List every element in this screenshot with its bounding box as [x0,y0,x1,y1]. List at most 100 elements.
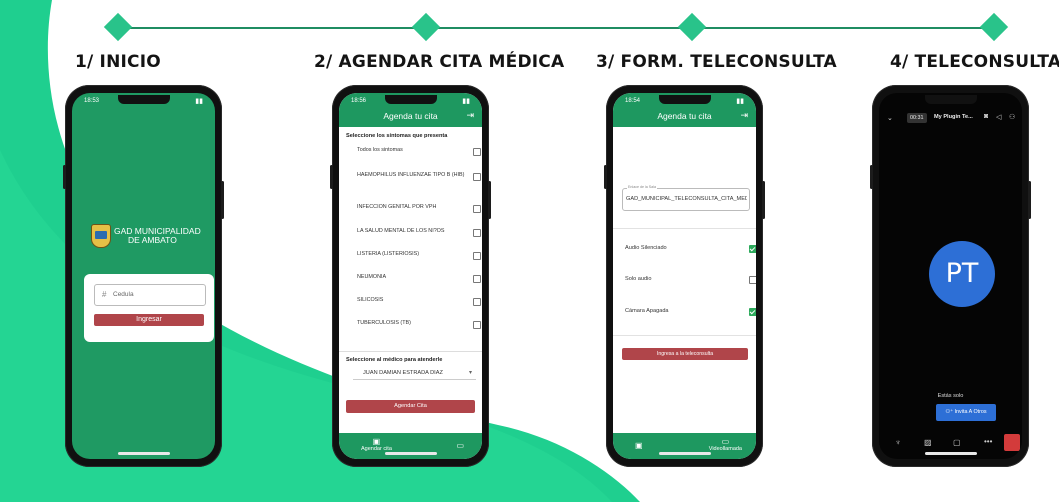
symptom-label: HAEMOPHILUS INFLUENZAE TIPO B (HIB) [357,172,465,178]
symptom-label: NEUMONIA [357,274,387,280]
av-option-checkbox[interactable] [749,308,756,316]
exit-icon[interactable]: ⇥ [740,110,748,121]
symptom-checkbox[interactable] [473,173,481,181]
av-option-row[interactable]: Cámara Apagada [613,305,756,319]
av-option-row[interactable]: Solo audio [613,273,756,287]
symptom-checkbox[interactable] [473,298,481,306]
step-title-3: 3/ FORM. TELECONSULTA [596,52,837,72]
symptom-row[interactable]: LA SALUD MENTAL DE LOS NI?OS [339,221,482,243]
symptom-row[interactable]: SILICOSIS [339,290,482,312]
id-placeholder: Cedula [113,291,134,298]
symptom-row[interactable]: TUBERCULOSIS (TB) [339,313,482,335]
join-teleconsult-button[interactable]: Ingresa a la teleconsulta [622,348,748,360]
bottom-tabbar: ▣ Agendar cita ▭ [339,433,482,459]
appbar-title: Agenda tu cita [657,111,712,121]
logo-line-2: DE AMBATO [128,235,177,245]
tab-videollamada[interactable]: ▭ Videollamada [709,437,742,452]
invite-others-button[interactable]: ⚇⁺ Invita A Otros [936,404,996,421]
symptom-row[interactable]: NEUMONIA [339,267,482,289]
step-marker-2 [411,12,441,42]
tab-label: Videollamada [708,446,742,452]
av-option-label: Solo audio [625,276,652,282]
symptom-row[interactable]: INFECCION GENITAL POR VPH [339,197,482,219]
exit-icon[interactable]: ⇥ [466,110,474,121]
av-option-label: Audio Silenciado [625,245,667,251]
tab-videollamada[interactable]: ▭ [456,441,464,450]
schedule-screen: 18:56 ▮▮ Agenda tu cita ⇥ Seleccione los … [339,93,482,459]
av-option-checkbox[interactable] [749,245,756,253]
meeting-name: My Plugin Te... [934,114,973,120]
tab-agendar-cita[interactable]: ▣ [635,441,643,450]
participants-icon[interactable]: ⚇ [1009,113,1015,121]
microphone-icon[interactable]: ♆ [895,438,901,447]
speaker-icon[interactable]: ◁ [996,113,1001,121]
leave-call-icon[interactable] [1004,434,1020,451]
id-input[interactable]: # Cedula [94,284,206,306]
minimize-chevron-icon[interactable]: ⌄ [887,114,893,122]
room-link-label: Enlace de la Sala [627,185,657,189]
symptom-label: Todos los sintomas [357,147,403,153]
symptom-label: SILICOSIS [357,297,384,303]
symptom-checkbox[interactable] [473,321,481,329]
camera-switch-icon[interactable]: ◙ [984,113,988,120]
step-marker-1 [103,12,133,42]
login-card: # Cedula Ingresar [84,274,214,342]
step-marker-3 [677,12,707,42]
status-time: 18:56 [351,98,367,104]
bottom-tabbar: ▣ ▭ Videollamada [613,433,756,459]
camera-off-icon[interactable]: ▨ [924,438,932,447]
av-option-label: Cámara Apagada [625,308,669,314]
invite-label: Invita A Otros [954,409,987,415]
doctor-select[interactable]: JUAN DAMIAN ESTRADA DIAZ ▾ [353,369,476,380]
step-title-4: 4/ TELECONSULTA [890,52,1059,72]
hash-icon: # [102,290,107,299]
battery-icon: ▮▮ [195,98,203,105]
phone-teleconsult-form: 18:54 ▮▮ Agenda tu cita ⇥ Enlace de la Sa… [604,85,765,467]
login-screen: 18:53 ▮▮ GAD MUNICIPALIDAD DE AMBATO # Ce… [72,93,215,459]
form-screen: 18:54 ▮▮ Agenda tu cita ⇥ Enlace de la Sa… [613,93,756,459]
municipality-shield-logo [91,224,111,248]
chat-icon[interactable]: ▢ [953,438,961,447]
phone-login: 18:53 ▮▮ GAD MUNICIPALIDAD DE AMBATO # Ce… [63,85,224,467]
participant-avatar: PT [929,241,995,307]
step-title-1: 1/ INICIO [75,52,161,72]
chevron-down-icon: ▾ [468,370,472,376]
room-link-value: GAD_MUNICIPAL_TELECONSULTA_CITA_MEDIC [626,196,747,202]
symptom-checkbox[interactable] [473,229,481,237]
schedule-button[interactable]: Agendar Cita [346,400,475,413]
doctor-heading: Seleccione al médico para atenderle [346,357,443,363]
symptom-checkbox[interactable] [473,148,481,156]
phone-video-call: ⌄ 00:31 My Plugin Te... ◙ ◁ ⚇ PT Estás s… [870,85,1031,467]
symptom-checkbox[interactable] [473,205,481,213]
municipality-name: GAD MUNICIPALIDAD DE AMBATO [114,227,201,245]
symptom-label: INFECCION GENITAL POR VPH [357,204,437,210]
symptom-checkbox[interactable] [473,275,481,283]
login-button[interactable]: Ingresar [94,314,204,326]
step-title-2: 2/ AGENDAR CITA MÉDICA [314,52,565,72]
symptom-row[interactable]: HAEMOPHILUS INFLUENZAE TIPO B (HIB) [339,165,482,187]
symptom-row[interactable]: Todos los sintomas [339,140,482,162]
battery-icon: ▮▮ [462,98,470,105]
call-timer: 00:31 [907,113,927,123]
symptom-label: LISTERIA (LISTERIOSIS) [357,251,420,257]
add-person-icon: ⚇⁺ [945,409,955,415]
calendar-icon: ▣ [372,437,381,446]
doctor-selected-value: JUAN DAMIAN ESTRADA DIAZ [363,370,443,376]
step-marker-4 [979,12,1009,42]
video-call-screen: ⌄ 00:31 My Plugin Te... ◙ ◁ ⚇ PT Estás s… [879,93,1022,459]
video-icon: ▭ [721,437,730,446]
calendar-icon: ▣ [635,441,643,450]
symptom-row[interactable]: LISTERIA (LISTERIOSIS) [339,244,482,266]
symptom-checkbox[interactable] [473,252,481,260]
tab-agendar-cita[interactable]: ▣ Agendar cita [361,437,392,452]
av-option-row[interactable]: Audio Silenciado [613,242,756,256]
symptom-label: LA SALUD MENTAL DE LOS NI?OS [357,228,445,234]
room-link-field[interactable]: Enlace de la Sala GAD_MUNICIPAL_TELECONS… [622,185,750,211]
symptoms-heading: Seleccione los síntomas que presenta [346,133,448,139]
status-time: 18:54 [625,98,641,104]
battery-icon: ▮▮ [736,98,744,105]
more-icon[interactable]: ••• [984,437,992,446]
av-option-checkbox[interactable] [749,276,756,284]
symptom-label: TUBERCULOSIS (TB) [357,320,411,326]
phone-schedule: 18:56 ▮▮ Agenda tu cita ⇥ Seleccione los … [330,85,491,467]
